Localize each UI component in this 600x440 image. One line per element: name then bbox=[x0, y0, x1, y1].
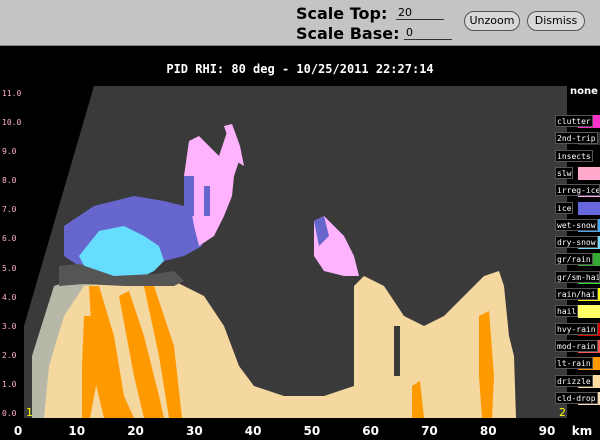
legend-label: insects bbox=[555, 149, 593, 162]
legend-item: gr/sm-hai bbox=[553, 270, 600, 285]
legend-item: cld-drop bbox=[553, 391, 600, 406]
pid-rhi-window: Scale Top: Scale Base: Unzoom Dismiss PI… bbox=[0, 0, 600, 440]
y-tick-label: 5.0 bbox=[2, 263, 17, 273]
legend-label: rain/hai bbox=[555, 288, 598, 300]
legend-label: slw bbox=[555, 166, 574, 179]
dismiss-button[interactable]: Dismiss bbox=[527, 11, 585, 31]
scale-base-label: Scale Base: bbox=[296, 24, 400, 43]
legend-label: hail bbox=[555, 305, 579, 318]
ice-streak-1 bbox=[184, 176, 194, 216]
x-tick-label: 40 bbox=[244, 424, 262, 438]
legend-item: irreg-ice bbox=[553, 183, 600, 198]
y-tick-label: 0.0 bbox=[2, 409, 17, 418]
y-tick-label: 9.0 bbox=[2, 147, 17, 157]
legend-item: lt-rain bbox=[553, 356, 600, 371]
pid-field[interactable]: 1 2 bbox=[24, 86, 567, 418]
legend-label: dry-snow bbox=[555, 236, 598, 249]
legend-item: ice bbox=[553, 201, 600, 216]
legend-label: ice bbox=[555, 201, 574, 214]
legend-item: dry-snow bbox=[553, 235, 600, 250]
y-tick-label: 11.0 bbox=[2, 89, 22, 98]
scale-top-input[interactable] bbox=[396, 6, 444, 20]
legend-item: insects bbox=[553, 149, 600, 164]
y-tick-label: 2.0 bbox=[2, 350, 17, 360]
legend-label: irreg-ice bbox=[555, 184, 600, 197]
y-tick-label: 10.0 bbox=[2, 118, 22, 128]
legend-label: clutter bbox=[555, 115, 593, 127]
legend-item: drizzle bbox=[553, 374, 600, 389]
gap-spike-2 bbox=[304, 326, 312, 386]
y-tick-label: 8.0 bbox=[2, 176, 17, 186]
gap-spike-3 bbox=[394, 326, 400, 376]
legend-label: drizzle bbox=[555, 374, 593, 387]
legend-item: mod-rain bbox=[553, 339, 600, 354]
legend-item: hail bbox=[553, 304, 600, 319]
legend-label: gr/sm-hai bbox=[555, 270, 600, 283]
ice-streak-2 bbox=[204, 186, 210, 216]
legend-swatch bbox=[578, 166, 600, 180]
y-tick-label: 4.0 bbox=[2, 292, 17, 302]
y-tick-label: 7.0 bbox=[2, 205, 17, 215]
legend-label: 2nd-trip bbox=[555, 132, 598, 145]
corner-marker-left: 1 bbox=[26, 406, 33, 418]
pid-legend: none clutter 2nd-trip insects slw irreg-ice i… bbox=[553, 86, 600, 422]
x-tick-label: 60 bbox=[362, 424, 380, 438]
x-unit-label: km bbox=[571, 424, 593, 438]
x-tick-label: 70 bbox=[421, 424, 438, 438]
gap-spike-1 bbox=[268, 296, 274, 376]
y-tick-label: 3.0 bbox=[2, 321, 17, 331]
y-tick-label: 6.0 bbox=[2, 234, 17, 244]
legend-label: gr/rain bbox=[555, 253, 593, 266]
legend-label: cld-drop bbox=[555, 391, 598, 404]
x-tick-label: 20 bbox=[127, 424, 144, 438]
legend-label: mod-rain bbox=[555, 339, 598, 352]
legend-item: wet-snow bbox=[553, 218, 600, 233]
y-tick-label: 1.0 bbox=[2, 379, 17, 389]
legend-title: none bbox=[570, 86, 598, 97]
legend-item: slw bbox=[553, 166, 600, 181]
unzoom-button[interactable]: Unzoom bbox=[464, 11, 520, 31]
legend-label: hvy-rain bbox=[555, 322, 598, 335]
scale-top-label: Scale Top: bbox=[296, 4, 388, 23]
rhi-plot-area[interactable]: 1 2 bbox=[24, 86, 567, 418]
legend-label: wet-snow bbox=[555, 218, 598, 231]
x-tick-label: 30 bbox=[185, 424, 203, 438]
legend-item: clutter bbox=[553, 114, 600, 129]
legend-item: gr/rain bbox=[553, 252, 600, 267]
legend-item: hvy-rain bbox=[553, 322, 600, 337]
legend-swatch bbox=[578, 201, 600, 215]
legend-item: 2nd-trip bbox=[553, 131, 600, 146]
x-tick-label: 50 bbox=[303, 424, 321, 438]
x-tick-label: 10 bbox=[68, 424, 86, 438]
x-tick-label: 80 bbox=[479, 424, 497, 438]
x-tick-label: 0 bbox=[13, 424, 23, 438]
legend-swatch bbox=[578, 305, 600, 319]
x-tick-label: 90 bbox=[538, 424, 556, 438]
plot-title: PID RHI: 80 deg - 10/25/2011 22:27:14 bbox=[166, 62, 434, 76]
legend-item: rain/hai bbox=[553, 287, 600, 302]
control-bar: Scale Top: Scale Base: Unzoom Dismiss bbox=[0, 0, 600, 46]
legend-label: lt-rain bbox=[555, 357, 593, 370]
scale-base-input[interactable] bbox=[404, 26, 452, 40]
